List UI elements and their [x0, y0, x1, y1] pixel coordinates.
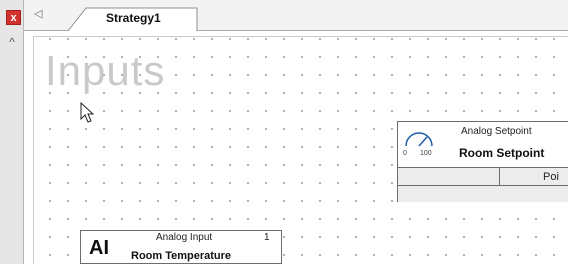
analog-input-block[interactable]: AI Analog Input 1 Room Temperature: [80, 230, 282, 264]
analog-setpoint-name: Room Setpoint: [459, 146, 545, 160]
analog-input-badge: AI: [89, 237, 109, 259]
analog-input-name: Room Temperature: [131, 250, 232, 262]
pointer-cursor-icon: [80, 102, 95, 123]
setpoint-cell-divider: [499, 168, 500, 186]
close-icon[interactable]: x: [6, 10, 21, 25]
chevron-up-icon[interactable]: ^: [6, 36, 18, 48]
setpoint-point-row[interactable]: Poi: [398, 167, 568, 186]
analog-input-type-label: Analog Input: [156, 232, 213, 243]
tab-label: Strategy1: [106, 11, 161, 25]
setpoint-point-label: Poi: [543, 171, 559, 183]
analog-setpoint-block[interactable]: 0 100 Analog Setpoint Room Setpoint Poi: [397, 121, 568, 202]
tab-strategy1[interactable]: Strategy1: [68, 7, 198, 32]
analog-setpoint-type-label: Analog Setpoint: [461, 126, 532, 137]
gauge-max-label: 100: [420, 150, 432, 156]
left-rail: x ^: [0, 0, 24, 264]
section-title: Inputs: [45, 47, 166, 94]
analog-input-number: 1: [264, 232, 270, 243]
tab-back-icon[interactable]: ◁: [34, 7, 42, 20]
gauge-icon: 0 100: [403, 132, 433, 156]
tab-strip: ◁ Strategy1: [24, 0, 568, 32]
gauge-min-label: 0: [403, 150, 407, 156]
setpoint-empty-row: [398, 185, 568, 202]
